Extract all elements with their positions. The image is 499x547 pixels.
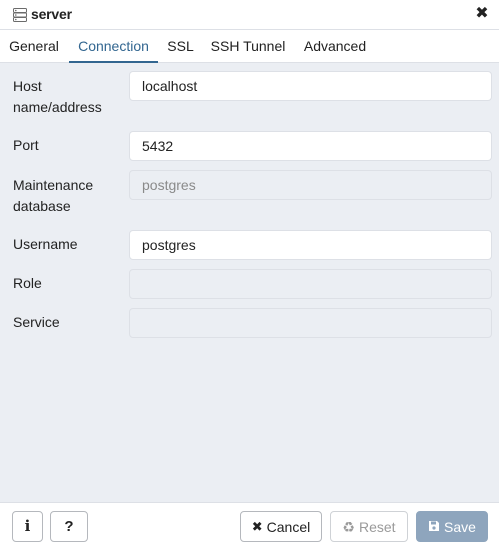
floppy-disk-icon [428,520,440,534]
username-field[interactable]: postgres [129,230,492,260]
host-label: Host name/address [13,78,102,115]
close-icon[interactable]: ✖ [474,5,490,23]
info-button[interactable]: i [12,511,43,542]
tab-general[interactable]: General [4,30,64,63]
connection-form: Host name/address localhost Port 5432 Ma… [0,63,499,502]
reset-button[interactable]: ♻ Reset [330,511,408,542]
role-label: Role [13,275,42,291]
dialog-title: server [31,6,72,22]
recycle-icon: ♻ [342,518,355,535]
cancel-button[interactable]: ✖ Cancel [240,511,322,542]
reset-label: Reset [358,518,396,535]
cancel-label: Cancel [266,518,311,535]
port-label: Port [13,137,39,153]
info-icon: i [24,517,31,535]
service-field [129,308,492,338]
port-field[interactable]: 5432 [129,131,492,161]
tab-ssl[interactable]: SSL [162,30,199,63]
host-field[interactable]: localhost [129,71,492,101]
tab-connection[interactable]: Connection [69,30,158,63]
save-label: Save [444,518,476,535]
tab-bar: General Connection SSL SSH Tunnel Advanc… [0,30,499,63]
maintenance-db-label: Maintenance database [13,177,94,214]
tab-ssh-tunnel[interactable]: SSH Tunnel [206,30,290,63]
save-button[interactable]: Save [416,511,488,542]
username-label: Username [13,236,78,252]
close-icon: ✖ [251,519,263,534]
tab-advanced[interactable]: Advanced [298,30,372,63]
help-icon: ? [64,518,74,535]
service-label: Service [13,314,60,330]
maintenance-db-field: postgres [129,170,492,200]
server-icon [13,8,27,22]
dialog-footer: i ? ✖ Cancel ♻ Reset Save [0,502,499,547]
role-field [129,269,492,299]
help-button[interactable]: ? [50,511,88,542]
dialog-titlebar: server ✖ [0,0,499,30]
